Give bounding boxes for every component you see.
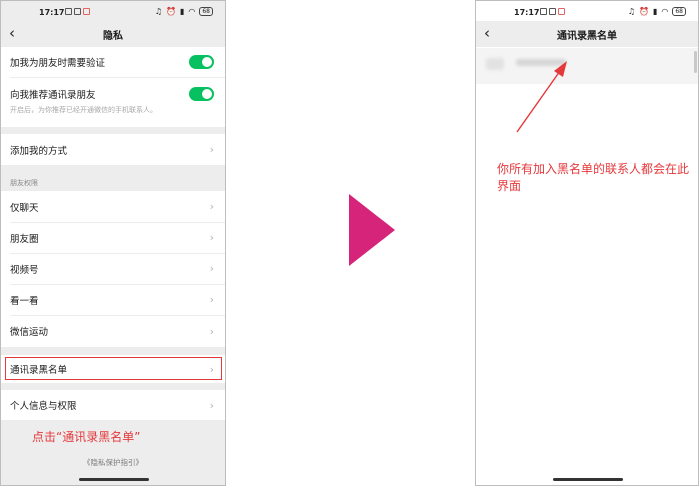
list-item[interactable]: 朋友圈 › — [1, 222, 225, 253]
recommend-subtext: 开启后，为你推荐已经开通微信的手机联系人。 — [10, 106, 157, 114]
home-indicator — [79, 478, 149, 481]
recommend-contacts-toggle[interactable] — [189, 87, 214, 101]
blacklist-annotation: 你所有加入黑名单的联系人都会在此界面 — [497, 162, 690, 193]
verification-section: 加我为朋友时需要验证 向我推荐通讯录朋友 开启后，为你推荐已经开通微信的手机联系… — [1, 47, 225, 127]
battery-icon: 68 — [199, 7, 213, 16]
list-item[interactable]: 看一看 › — [1, 284, 225, 315]
signal-icon: ▮ — [179, 7, 185, 16]
add-me-row[interactable]: 添加我的方式 › — [1, 134, 225, 165]
add-me-section: 添加我的方式 › — [1, 134, 225, 165]
friend-permission-header: 朋友权限 — [10, 179, 38, 187]
chevron-right-icon: › — [209, 262, 214, 275]
recommend-contacts-row[interactable]: 向我推荐通讯录朋友 — [1, 80, 225, 108]
personal-info-section: 个人信息与权限 › — [1, 390, 225, 420]
notification-icon — [74, 8, 81, 15]
tap-annotation: 点击“通讯录黑名单” — [32, 430, 141, 444]
chevron-right-icon: › — [209, 324, 214, 338]
privacy-screen: 17:17 ♫ ⏰ ▮ ◠ 68 ‹ 隐私 加我为朋友时需要验证 向我推荐通讯录… — [0, 0, 226, 486]
notification-icon — [83, 8, 90, 15]
list-item[interactable]: 仅聊天 › — [1, 191, 225, 222]
status-time: 17:17 — [39, 8, 65, 17]
next-step-arrow-icon — [349, 194, 395, 266]
list-item[interactable]: 微信运动 › — [1, 315, 225, 347]
alarm-icon: ⏰ — [166, 7, 176, 16]
page-title: 隐私 — [103, 31, 123, 42]
personal-info-row[interactable]: 个人信息与权限 › — [1, 390, 225, 420]
friend-verify-toggle[interactable] — [189, 55, 214, 69]
wifi-icon: ◠ — [188, 7, 196, 16]
pointer-arrow-icon — [516, 61, 567, 133]
blacklist-screen: 17:17 ♫ ⏰ ▮ ◠ 68 ‹ 通讯录黑名单 你所有加入黑名单的联系人都会… — [475, 0, 699, 486]
privacy-guide-link[interactable]: 《隐私保护指引》 — [1, 457, 225, 468]
nav-bar: ‹ 隐私 — [1, 21, 225, 47]
list-item[interactable]: 视频号 › — [1, 253, 225, 284]
chevron-right-icon: › — [209, 200, 214, 213]
friend-permission-section: 仅聊天 › 朋友圈 › 视频号 › 看一看 › 微信运动 › — [1, 191, 225, 347]
chevron-right-icon: › — [209, 398, 214, 412]
personal-info-label: 个人信息与权限 — [10, 401, 77, 412]
home-indicator — [553, 478, 623, 481]
notification-icon — [65, 8, 72, 15]
mute-icon: ♫ — [154, 7, 162, 16]
highlight-box — [5, 357, 222, 380]
chevron-right-icon: › — [209, 231, 214, 244]
chevron-right-icon: › — [209, 293, 214, 306]
status-bar: 17:17 ♫ ⏰ ▮ ◠ 68 — [1, 1, 225, 21]
chevron-right-icon: › — [209, 143, 214, 156]
friend-verify-row[interactable]: 加我为朋友时需要验证 — [1, 47, 225, 77]
add-me-label: 添加我的方式 — [10, 145, 68, 157]
